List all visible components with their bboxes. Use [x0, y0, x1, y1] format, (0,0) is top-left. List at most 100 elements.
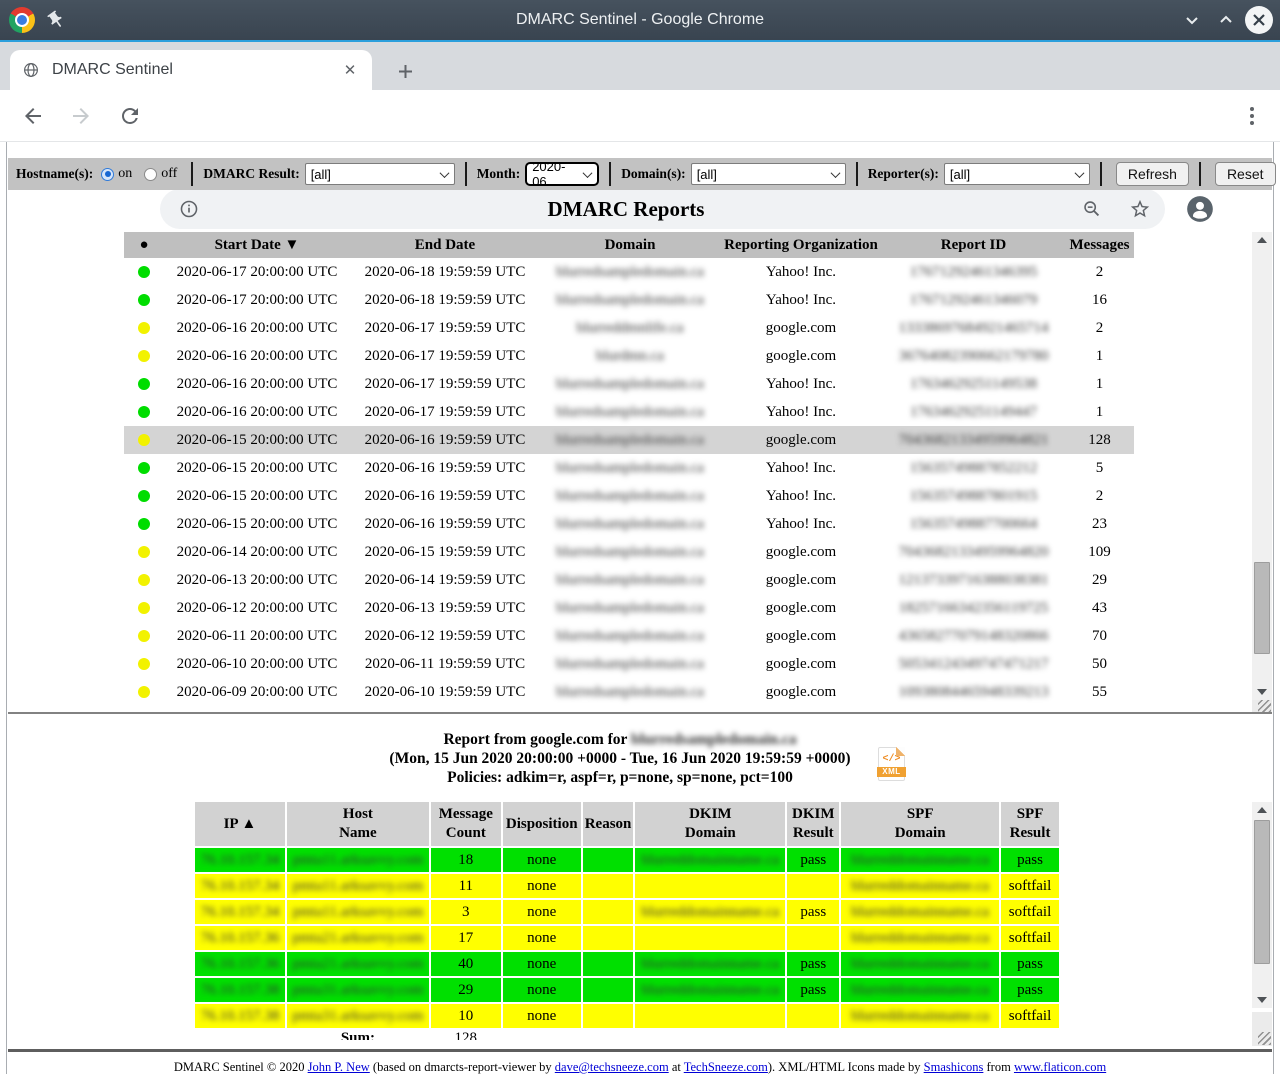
report-row[interactable]: 2020-06-16 20:00:00 UTC2020-06-17 19:59:… — [124, 398, 1134, 426]
message-count: 55 — [1065, 678, 1134, 706]
scrollbar-thumb[interactable] — [1254, 820, 1270, 964]
disposition: none — [503, 926, 581, 950]
report-row[interactable]: 2020-06-16 20:00:00 UTC2020-06-17 19:59:… — [124, 314, 1134, 342]
footer-link[interactable]: www.flaticon.com — [1014, 1060, 1106, 1074]
end-date: 2020-06-16 19:59:59 UTC — [350, 482, 540, 510]
dkim-domain-redacted: blurreddomainname.ca — [635, 978, 785, 1002]
detail-scrollbar[interactable] — [1252, 802, 1272, 1008]
dkim-result: pass — [787, 952, 839, 976]
month-select[interactable]: 2020-06 — [525, 162, 599, 186]
detail-col-3[interactable]: Disposition — [503, 802, 581, 846]
back-button[interactable] — [21, 104, 45, 128]
report-id-redacted: 43658277079148320866 — [882, 622, 1065, 650]
start-date: 2020-06-16 20:00:00 UTC — [164, 342, 350, 370]
window-close-button[interactable] — [1245, 6, 1273, 34]
report-row[interactable]: 2020-06-16 20:00:00 UTC2020-06-17 19:59:… — [124, 342, 1134, 370]
col-domain[interactable]: Domain — [540, 232, 720, 258]
forward-button[interactable] — [69, 104, 93, 128]
start-date: 2020-06-13 20:00:00 UTC — [164, 566, 350, 594]
detail-col-8[interactable]: SPF Result — [1001, 802, 1059, 846]
reporting-org: Yahoo! Inc. — [720, 286, 882, 314]
report-row[interactable]: 2020-06-10 20:00:00 UTC2020-06-11 19:59:… — [124, 650, 1134, 678]
detail-col-2[interactable]: Message Count — [431, 802, 501, 846]
disposition: none — [503, 952, 581, 976]
report-row[interactable]: 2020-06-15 20:00:00 UTC2020-06-16 19:59:… — [124, 454, 1134, 482]
dkim-result: pass — [787, 978, 839, 1002]
report-row[interactable]: 2020-06-15 20:00:00 UTC2020-06-16 19:59:… — [124, 426, 1134, 454]
footer-link[interactable]: Smashicons — [924, 1060, 984, 1074]
report-domain-redacted: blurredsampledomain.ca — [540, 622, 720, 650]
status-dot-yellow — [138, 686, 150, 698]
resize-grip[interactable] — [1252, 1012, 1272, 1046]
window-maximize-button[interactable] — [1212, 6, 1240, 34]
chevron-down-icon — [830, 168, 840, 178]
status-dot-yellow — [138, 322, 150, 334]
reason — [583, 900, 634, 924]
footer-link[interactable]: TechSneeze.com — [684, 1060, 768, 1074]
footer-link[interactable]: dave@techsneeze.com — [555, 1060, 669, 1074]
report-row[interactable]: 2020-06-17 20:00:00 UTC2020-06-18 19:59:… — [124, 286, 1134, 314]
col-reporting-org[interactable]: Reporting Organization — [720, 232, 882, 258]
window-minimize-button[interactable] — [1178, 6, 1206, 34]
menu-dots-icon[interactable] — [1240, 104, 1264, 128]
report-row[interactable]: 2020-06-15 20:00:00 UTC2020-06-16 19:59:… — [124, 482, 1134, 510]
report-row[interactable]: 2020-06-15 20:00:00 UTC2020-06-16 19:59:… — [124, 510, 1134, 538]
hostname-on-radio[interactable] — [101, 168, 114, 181]
report-domain-redacted: blurredsampledomain.ca — [540, 594, 720, 622]
divider — [1199, 162, 1201, 186]
col-start-date[interactable]: Start Date ▼ — [164, 232, 350, 258]
scroll-up-button[interactable] — [1252, 232, 1272, 248]
report-row[interactable]: 2020-06-11 20:00:00 UTC2020-06-12 19:59:… — [124, 622, 1134, 650]
new-tab-button[interactable] — [392, 58, 418, 84]
report-domain-redacted: blurreddmnlife.ca — [540, 314, 720, 342]
footer-link[interactable]: John P. New — [308, 1060, 370, 1074]
domains-select[interactable]: [all] — [691, 163, 846, 185]
report-id-redacted: 17634629251149447 — [882, 398, 1065, 426]
report-domain-redacted: blurdmn.ca — [540, 342, 720, 370]
reporters-select[interactable]: [all] — [944, 163, 1090, 185]
reports-scrollbar[interactable] — [1252, 232, 1272, 700]
report-domain-redacted: blurredsampledomain.ca — [540, 482, 720, 510]
hostname-off-radio[interactable] — [144, 168, 157, 181]
scroll-down-button[interactable] — [1252, 684, 1272, 700]
detail-col-6[interactable]: DKIM Result — [787, 802, 839, 846]
tab-dmarc-sentinel[interactable]: DMARC Sentinel ✕ — [10, 50, 372, 90]
tab-close-icon[interactable]: ✕ — [340, 60, 360, 80]
host-redacted: pmta11.arksavvy.com — [287, 900, 429, 924]
status-dot-green — [138, 490, 150, 502]
report-domain-redacted: blurredsampledomain.ca — [540, 426, 720, 454]
end-date: 2020-06-17 19:59:59 UTC — [350, 370, 540, 398]
detail-col-0[interactable]: IP ▲ — [195, 802, 285, 846]
detail-col-5[interactable]: DKIM Domain — [635, 802, 785, 846]
col-messages[interactable]: Messages — [1065, 232, 1134, 258]
col-end-date[interactable]: End Date — [350, 232, 540, 258]
spf-result: softfail — [1001, 874, 1059, 898]
detail-col-7[interactable]: SPF Domain — [841, 802, 999, 846]
reset-button[interactable]: Reset — [1215, 162, 1276, 186]
host-redacted: pmta11.arksavvy.com — [287, 874, 429, 898]
report-row[interactable]: 2020-06-09 20:00:00 UTC2020-06-10 19:59:… — [124, 678, 1134, 706]
message-count: 40 — [431, 952, 501, 976]
detail-col-1[interactable]: Host Name — [287, 802, 429, 846]
divider — [856, 162, 858, 186]
detail-col-4[interactable]: Reason — [583, 802, 634, 846]
hostname-on-label: on — [118, 166, 132, 182]
spf-domain-redacted: blurreddomainname.ca — [841, 874, 999, 898]
report-row[interactable]: 2020-06-14 20:00:00 UTC2020-06-15 19:59:… — [124, 538, 1134, 566]
report-row[interactable]: 2020-06-12 20:00:00 UTC2020-06-13 19:59:… — [124, 594, 1134, 622]
dmarc-result-select[interactable]: [all] — [305, 163, 455, 185]
reload-button[interactable] — [118, 104, 142, 128]
refresh-button[interactable]: Refresh — [1116, 162, 1189, 186]
dkim-domain-redacted — [635, 874, 785, 898]
xml-download-icon[interactable]: </> XML — [878, 747, 905, 781]
scroll-down-button[interactable] — [1252, 992, 1272, 1008]
scrollbar-thumb[interactable] — [1254, 562, 1270, 654]
window-frame-right — [1273, 142, 1274, 1074]
col-status-dot[interactable]: ● — [124, 232, 164, 258]
col-report-id[interactable]: Report ID — [882, 232, 1065, 258]
report-row[interactable]: 2020-06-17 20:00:00 UTC2020-06-18 19:59:… — [124, 258, 1134, 286]
host-redacted: pmta31.arksavvy.com — [287, 978, 429, 1002]
report-row[interactable]: 2020-06-13 20:00:00 UTC2020-06-14 19:59:… — [124, 566, 1134, 594]
report-row[interactable]: 2020-06-16 20:00:00 UTC2020-06-17 19:59:… — [124, 370, 1134, 398]
scroll-up-button[interactable] — [1252, 802, 1272, 818]
